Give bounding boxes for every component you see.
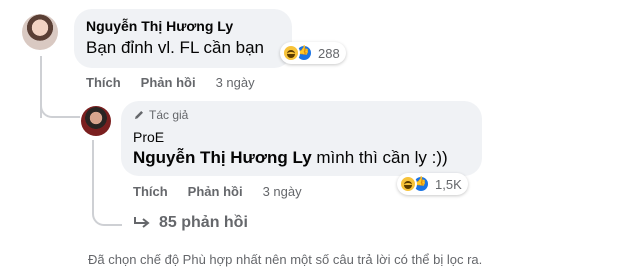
filter-note: Đã chọn chế độ Phù hợp nhất nên một số c… (88, 252, 483, 267)
comment-text: Bạn đỉnh vl. FL cần bạn (86, 38, 264, 57)
comment-reactions[interactable]: 288 (280, 42, 346, 64)
haha-reaction-icon (282, 44, 300, 62)
like-button[interactable]: Thích (133, 184, 168, 199)
reply-message: mình thì cần ly :)) (311, 148, 448, 167)
comment-author[interactable]: Nguyễn Thị Hương Ly (86, 18, 233, 34)
avatar[interactable] (81, 106, 111, 136)
comment-actions: Thích Phản hồi 3 ngày (86, 75, 255, 90)
reply-text: Nguyễn Thị Hương Ly mình thì cần ly :)) (133, 148, 448, 168)
reply-reactions[interactable]: 1,5K (397, 173, 468, 195)
like-button[interactable]: Thích (86, 75, 121, 90)
reply-button[interactable]: Phản hồi (188, 184, 243, 199)
avatar[interactable] (22, 14, 58, 50)
timestamp[interactable]: 3 ngày (216, 75, 255, 90)
reaction-count: 288 (318, 45, 340, 61)
reaction-count: 1,5K (435, 176, 462, 192)
more-replies-label: 85 phản hồi (159, 214, 248, 231)
timestamp[interactable]: 3 ngày (263, 184, 302, 199)
reply-author[interactable]: ProE (133, 129, 164, 145)
view-more-replies-button[interactable]: 85 phản hồi (133, 214, 248, 232)
reply-thread-connector (92, 196, 122, 226)
reply-arrow-icon (134, 217, 150, 228)
thread-connector (40, 96, 80, 118)
author-badge-label: Tác giả (149, 108, 189, 122)
reply-button[interactable]: Phản hồi (141, 75, 196, 90)
mention-link[interactable]: Nguyễn Thị Hương Ly (133, 148, 312, 167)
reply-actions: Thích Phản hồi 3 ngày (133, 184, 302, 199)
pencil-icon (135, 111, 143, 119)
haha-reaction-icon (399, 175, 417, 193)
author-badge: Tác giả (133, 108, 188, 122)
